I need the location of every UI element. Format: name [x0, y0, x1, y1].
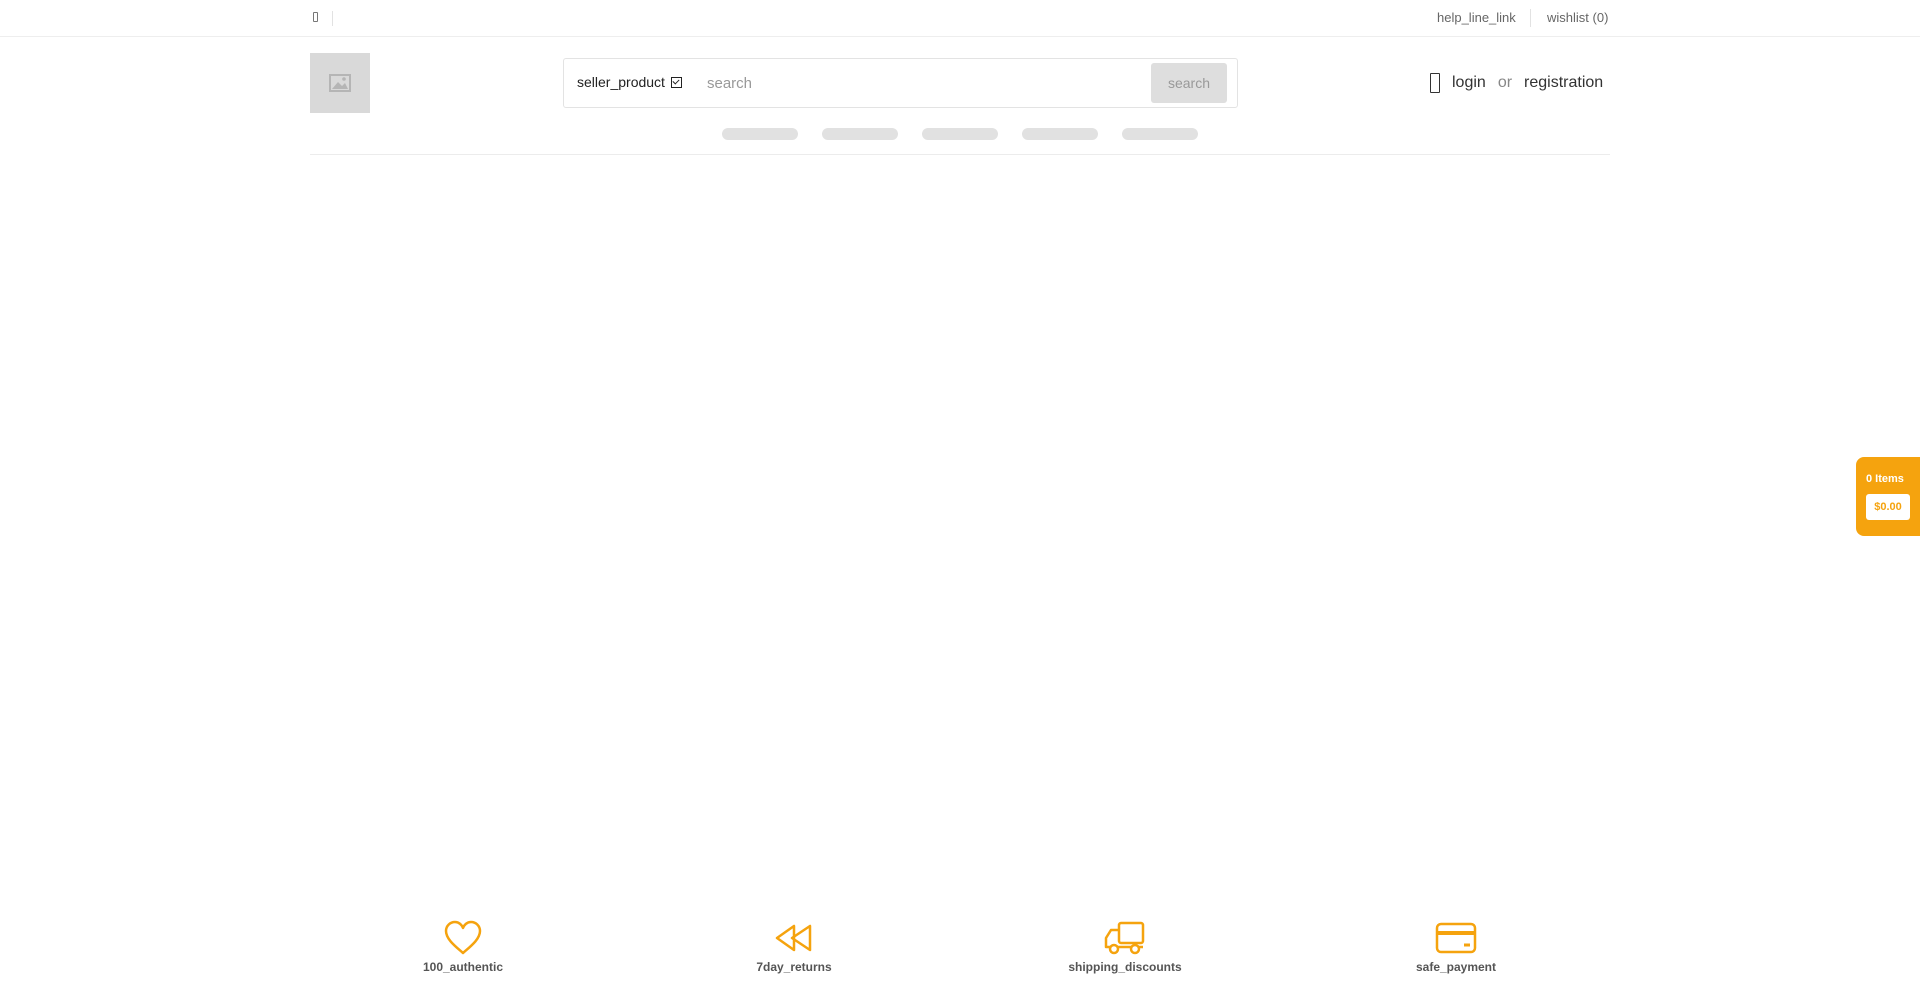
account-links: login or registration: [1430, 73, 1603, 93]
truck-icon: [1104, 921, 1145, 955]
search-bar: seller_product search: [563, 58, 1238, 108]
language-icon[interactable]: [313, 12, 318, 22]
nav-item-placeholder: [922, 128, 998, 140]
login-link[interactable]: login: [1452, 74, 1486, 92]
wishlist-link[interactable]: wishlist (0): [1547, 10, 1608, 25]
feature-returns: 7day_returns: [714, 920, 874, 974]
nav-item-placeholder: [822, 128, 898, 140]
feature-label: shipping_discounts: [1068, 960, 1182, 974]
feature-payment: safe_payment: [1376, 920, 1536, 974]
search-input[interactable]: [707, 68, 1157, 98]
feature-label: 7day_returns: [756, 960, 832, 974]
user-icon: [1430, 73, 1440, 93]
divider: [1530, 9, 1531, 27]
nav-item-placeholder: [1022, 128, 1098, 140]
cart-items-count: 0 Items: [1866, 473, 1904, 485]
feature-label: 100_authentic: [422, 960, 504, 974]
search-scope-label: seller_product: [577, 74, 665, 90]
divider: [332, 11, 333, 26]
cart-total: $0.00: [1866, 494, 1910, 520]
registration-link[interactable]: registration: [1524, 74, 1603, 92]
rewind-icon: [775, 924, 812, 952]
header-divider: [310, 154, 1610, 155]
top-bar: help_line_link wishlist (0): [0, 0, 1920, 37]
site-logo[interactable]: [310, 53, 370, 113]
help-line-link[interactable]: help_line_link: [1437, 10, 1516, 25]
image-placeholder-icon: [329, 74, 351, 92]
nav-item-placeholder: [722, 128, 798, 140]
check-icon: [670, 76, 682, 88]
search-scope-select[interactable]: seller_product: [577, 74, 682, 90]
floating-cart[interactable]: 0 Items $0.00: [1856, 457, 1920, 536]
credit-card-icon: [1435, 922, 1477, 954]
feature-shipping: shipping_discounts: [1045, 920, 1205, 974]
or-text: or: [1497, 74, 1513, 91]
feature-label: safe_payment: [1415, 960, 1497, 974]
feature-authentic: 100_authentic: [383, 920, 543, 974]
search-button[interactable]: search: [1151, 63, 1227, 103]
nav-item-placeholder: [1122, 128, 1198, 140]
heart-icon: [444, 920, 482, 955]
